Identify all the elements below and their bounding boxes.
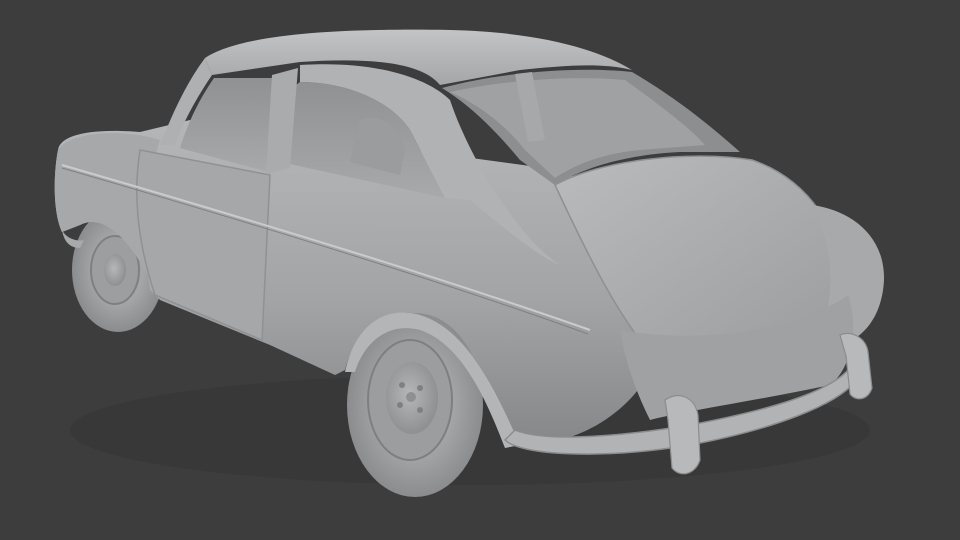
front-door <box>136 149 271 342</box>
3d-viewport[interactable] <box>0 0 960 540</box>
car-model-render <box>54 29 885 497</box>
